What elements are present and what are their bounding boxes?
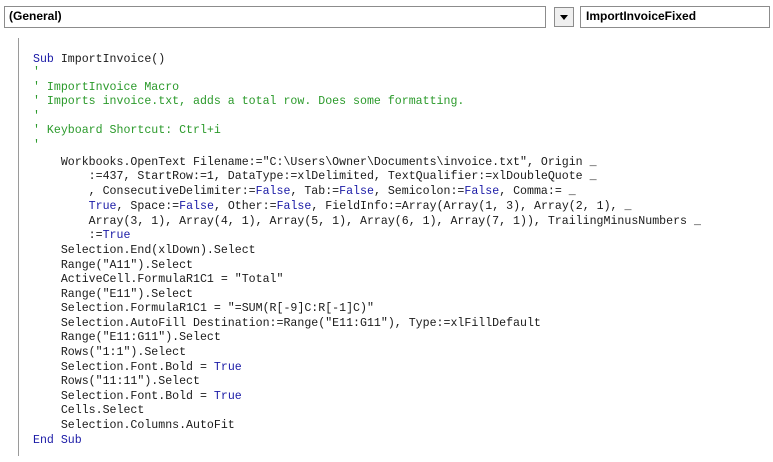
procedure-dropdown-value: ImportInvoiceFixed: [586, 9, 697, 23]
code-text: , ConsecutiveDelimiter:=: [33, 185, 256, 198]
code-text: , FieldInfo:=Array(Array(1, 3), Array(2,…: [311, 200, 632, 213]
keyword: False: [339, 185, 374, 198]
code-text: , Comma:= _: [499, 185, 576, 198]
object-dropdown[interactable]: (General): [4, 6, 546, 28]
code-editor[interactable]: Sub ImportInvoice() ' ' ImportInvoice Ma…: [18, 38, 771, 456]
code-line: , ConsecutiveDelimiter:=False, Tab:=Fals…: [33, 185, 576, 199]
code-line: Sub ImportInvoice(): [33, 53, 165, 67]
keyword: False: [179, 200, 214, 213]
code-comment: ' Keyboard Shortcut: Ctrl+i: [33, 124, 221, 137]
code-text: Selection.Font.Bold =: [33, 390, 214, 403]
keyword: Sub: [33, 53, 54, 66]
code-line: Selection.Font.Bold = True: [33, 361, 242, 375]
code-text: ImportInvoice(): [53, 53, 166, 66]
code-line: :=437, StartRow:=1, DataType:=xlDelimite…: [33, 170, 597, 183]
code-line: Selection.AutoFill Destination:=Range("E…: [33, 317, 541, 330]
code-line: Array(3, 1), Array(4, 1), Array(5, 1), A…: [33, 215, 701, 228]
code-line: Range("A11").Select: [33, 259, 194, 272]
code-line: ActiveCell.FormulaR1C1 = "Total": [33, 273, 284, 286]
object-dropdown-value: (General): [9, 9, 62, 23]
code-line: True, Space:=False, Other:=False, FieldI…: [33, 200, 632, 214]
code-text: , Tab:=: [290, 185, 340, 198]
code-line: :=True: [33, 229, 131, 243]
code-text: :=: [33, 229, 103, 242]
chevron-down-icon: [560, 15, 568, 20]
code-comment: ' ImportInvoice Macro: [33, 81, 180, 94]
code-line: Cells.Select: [33, 404, 145, 417]
code-line: Selection.FormulaR1C1 = "=SUM(R[-9]C:R[-…: [33, 302, 374, 315]
keyword: False: [464, 185, 500, 198]
object-dropdown-button[interactable]: [554, 7, 574, 27]
code-comment: ' Imports invoice.txt, adds a total row.…: [33, 95, 465, 108]
keyword: False: [276, 200, 312, 213]
code-comment: ': [33, 66, 40, 79]
code-line: Workbooks.OpenText Filename:="C:\Users\O…: [33, 156, 597, 169]
code-text: , Other:=: [213, 200, 277, 213]
keyword: False: [255, 185, 291, 198]
code-comment: ': [33, 139, 40, 152]
code-line: Range("E11").Select: [33, 288, 194, 301]
keyword: True: [213, 390, 242, 403]
keyword: True: [88, 200, 117, 213]
procedure-dropdown[interactable]: ImportInvoiceFixed: [580, 6, 770, 28]
code-line: Range("E11:G11").Select: [33, 331, 221, 344]
code-text: , Semicolon:=: [373, 185, 465, 198]
code-line: Selection.End(xlDown).Select: [33, 244, 256, 257]
code-text: Selection.Font.Bold =: [33, 361, 214, 374]
code-line: Selection.Columns.AutoFit: [33, 419, 235, 432]
code-line: Rows("11:11").Select: [33, 375, 200, 388]
code-line: Selection.Font.Bold = True: [33, 390, 242, 404]
keyword: True: [102, 229, 131, 242]
code-comment: ': [33, 110, 40, 123]
keyword: True: [213, 361, 242, 374]
code-line: Rows("1:1").Select: [33, 346, 187, 359]
code-text: , Space:=: [116, 200, 180, 213]
code-line: End Sub: [33, 434, 82, 447]
code-window-toolbar: (General) ImportInvoiceFixed: [0, 0, 773, 34]
